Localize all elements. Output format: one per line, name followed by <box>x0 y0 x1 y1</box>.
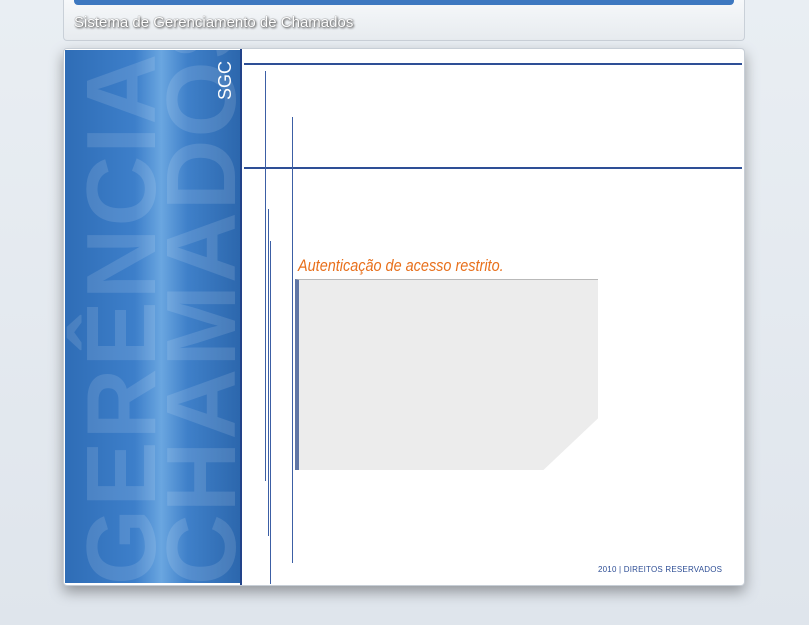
side-divider <box>240 49 242 585</box>
decor-vline <box>292 117 293 563</box>
side-banner: GERÊNCIA CHAMADOS SGC <box>65 50 240 583</box>
auth-heading: Autenticação de acesso restrito. <box>298 256 504 275</box>
login-panel <box>295 279 598 470</box>
main-card: GERÊNCIA CHAMADOS SGC Autenticação de ac… <box>63 48 745 586</box>
middle-rule <box>244 167 742 169</box>
decor-vline <box>268 209 269 536</box>
footer-copyright: 2010 | DIREITOS RESERVADOS <box>598 565 723 574</box>
header-card: Sistema de Gerenciamento de Chamados <box>63 0 745 41</box>
banner-decor-text: CHAMADOS <box>146 50 240 583</box>
app-title: Sistema de Gerenciamento de Chamados <box>74 14 354 31</box>
decor-vline <box>270 241 271 584</box>
decor-vline <box>265 71 266 481</box>
top-rule <box>244 63 742 65</box>
header-accent-bar <box>74 0 734 5</box>
app-abbr-label: SGC <box>215 60 235 100</box>
